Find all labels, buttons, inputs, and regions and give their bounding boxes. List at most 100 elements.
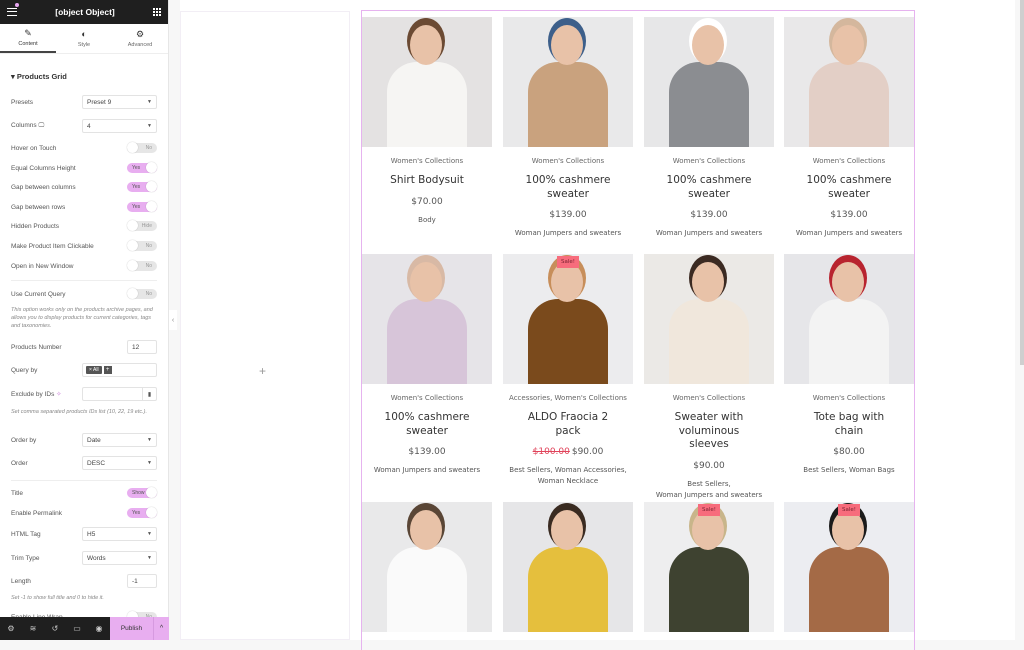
product-title[interactable]: Shirt Bodysuit [362, 174, 492, 188]
tab-style[interactable]: ◐ Style [56, 24, 112, 53]
product-card[interactable]: Women's Collections 100% cashmere sweater… [644, 17, 774, 239]
product-image[interactable]: Sale! [644, 502, 774, 632]
product-category[interactable]: Women's Collections [503, 157, 633, 165]
database-icon[interactable]: ▮ [142, 388, 156, 400]
tab-advanced[interactable]: ⚙ Advanced [112, 24, 168, 53]
gap-columns-toggle[interactable]: Yes [127, 181, 157, 192]
product-image[interactable]: Sale! [503, 254, 633, 384]
product-card[interactable]: Women's Collections 100% cashmere sweater… [503, 17, 633, 239]
product-title[interactable]: 100% cashmere sweater [503, 174, 633, 201]
gap-rows-toggle[interactable]: Yes [127, 201, 157, 212]
product-tags[interactable]: Best Sellers, Woman Jumpers and sweaters [644, 479, 774, 501]
product-category[interactable]: Women's Collections [362, 157, 492, 165]
product-title[interactable]: 100% cashmere sweater [644, 174, 774, 201]
product-card[interactable] [362, 502, 492, 632]
product-price: $80.00 [784, 447, 914, 457]
query-by-select[interactable]: × All + [82, 363, 157, 377]
length-input[interactable]: -1 [127, 574, 157, 588]
title-toggle[interactable]: Show [127, 487, 157, 498]
product-card[interactable]: Women's Collections Sweater with volumino… [644, 254, 774, 501]
menu-icon[interactable] [7, 8, 17, 16]
panel-tabs: ✎ Content ◐ Style ⚙ Advanced [0, 24, 168, 54]
figure-shape [528, 547, 608, 632]
product-category[interactable]: Women's Collections [362, 394, 492, 402]
product-tags[interactable]: Woman Jumpers and sweaters [503, 228, 633, 239]
new-window-toggle[interactable]: No [127, 260, 157, 271]
trim-type-select[interactable]: Words ▼ [82, 551, 157, 565]
product-image[interactable] [503, 502, 633, 632]
empty-column[interactable] [180, 11, 350, 640]
product-card[interactable]: Women's Collections Shirt Bodysuit $70.00 B… [362, 17, 492, 226]
product-image[interactable]: Sale! [784, 502, 914, 632]
product-image[interactable] [784, 17, 914, 147]
exclude-input[interactable]: ▮ [82, 387, 157, 401]
navigator-icon[interactable]: ≋ [22, 624, 44, 633]
product-image[interactable] [362, 502, 492, 632]
product-image[interactable] [503, 17, 633, 147]
clickable-toggle[interactable]: No [127, 240, 157, 251]
figure-head [551, 25, 583, 65]
product-card[interactable]: Women's Collections Tote bag with chain $8… [784, 254, 914, 476]
product-image[interactable] [362, 17, 492, 147]
product-tags[interactable]: Woman Jumpers and sweaters [784, 228, 914, 239]
product-image[interactable] [784, 254, 914, 384]
page-scrollbar[interactable] [1020, 0, 1024, 365]
product-category[interactable]: Women's Collections [784, 157, 914, 165]
dynamic-tags-icon[interactable]: ✧ [56, 391, 61, 398]
product-tags[interactable]: Best Sellers, Woman Bags [784, 465, 914, 476]
columns-select[interactable]: 4 ▼ [82, 119, 157, 133]
product-card[interactable]: Women's Collections 100% cashmere sweater… [784, 17, 914, 239]
product-title[interactable]: Tote bag with chain [784, 411, 914, 438]
desktop-icon[interactable]: 🖵 [38, 123, 44, 129]
product-image[interactable] [644, 254, 774, 384]
product-title[interactable]: Sweater with voluminous sleeves [644, 411, 774, 452]
product-title[interactable]: 100% cashmere sweater [784, 174, 914, 201]
order-select[interactable]: DESC ▼ [82, 456, 157, 470]
figure-shape [669, 547, 749, 632]
settings-icon[interactable]: ⚙ [0, 624, 22, 633]
presets-select[interactable]: Preset 9 ▼ [82, 95, 157, 109]
products-number-input[interactable]: 12 [127, 340, 157, 354]
current-query-toggle[interactable]: No [127, 288, 157, 299]
permalink-toggle[interactable]: Yes [127, 507, 157, 518]
product-card[interactable]: Sale! [644, 502, 774, 632]
add-query-button[interactable]: + [103, 366, 112, 374]
history-icon[interactable]: ↺ [44, 624, 66, 633]
product-category[interactable]: Women's Collections [644, 157, 774, 165]
product-category[interactable]: Women's Collections [644, 394, 774, 402]
products-grid-widget[interactable]: Women's Collections Shirt Bodysuit $70.00 B… [361, 10, 915, 650]
gap-rows-label: Gap between rows [11, 203, 66, 211]
product-category[interactable]: Accessories, Women's Collections [503, 394, 633, 402]
query-chip-all[interactable]: × All [86, 366, 102, 374]
product-tags[interactable]: Woman Jumpers and sweaters [644, 228, 774, 239]
product-card[interactable]: Sale! [784, 502, 914, 632]
product-tags[interactable]: Best Sellers, Woman Accessories, Woman Ne… [503, 465, 633, 487]
product-title[interactable]: 100% cashmere sweater [362, 411, 492, 438]
product-image[interactable] [362, 254, 492, 384]
equal-columns-toggle[interactable]: Yes [127, 162, 157, 173]
widgets-grid-icon[interactable] [152, 8, 161, 16]
preview-eye-icon[interactable]: ◉ [88, 624, 110, 633]
order-by-select[interactable]: Date ▼ [82, 433, 157, 447]
product-category[interactable]: Women's Collections [784, 394, 914, 402]
figure-head [832, 262, 864, 302]
exclude-label-text: Exclude by IDs [11, 391, 55, 398]
product-card[interactable] [503, 502, 633, 632]
hover-on-touch-toggle[interactable]: No [127, 142, 157, 153]
product-title[interactable]: ALDO Fraocia 2 pack [503, 411, 633, 438]
hidden-products-toggle[interactable]: Hide [127, 220, 157, 231]
publish-button[interactable]: Publish [110, 617, 153, 640]
section-products-grid[interactable]: ▾ Products Grid [0, 54, 168, 81]
product-tags[interactable]: Body [362, 215, 492, 226]
permalink-label: Enable Permalink [11, 509, 62, 517]
tab-content[interactable]: ✎ Content [0, 24, 56, 53]
collapse-panel-button[interactable]: ‹ [169, 310, 177, 330]
product-tags[interactable]: Woman Jumpers and sweaters [362, 465, 492, 476]
product-card[interactable]: Women's Collections 100% cashmere sweater… [362, 254, 492, 476]
responsive-icon[interactable]: ▭ [66, 624, 88, 633]
product-image[interactable] [644, 17, 774, 147]
add-element-plus-icon[interactable]: + [259, 364, 266, 378]
html-tag-select[interactable]: H5 ▼ [82, 527, 157, 541]
publish-options-chevron-up-icon[interactable]: ^ [153, 617, 169, 640]
product-card[interactable]: Sale! Accessories, Women's Collections ALD… [503, 254, 633, 487]
